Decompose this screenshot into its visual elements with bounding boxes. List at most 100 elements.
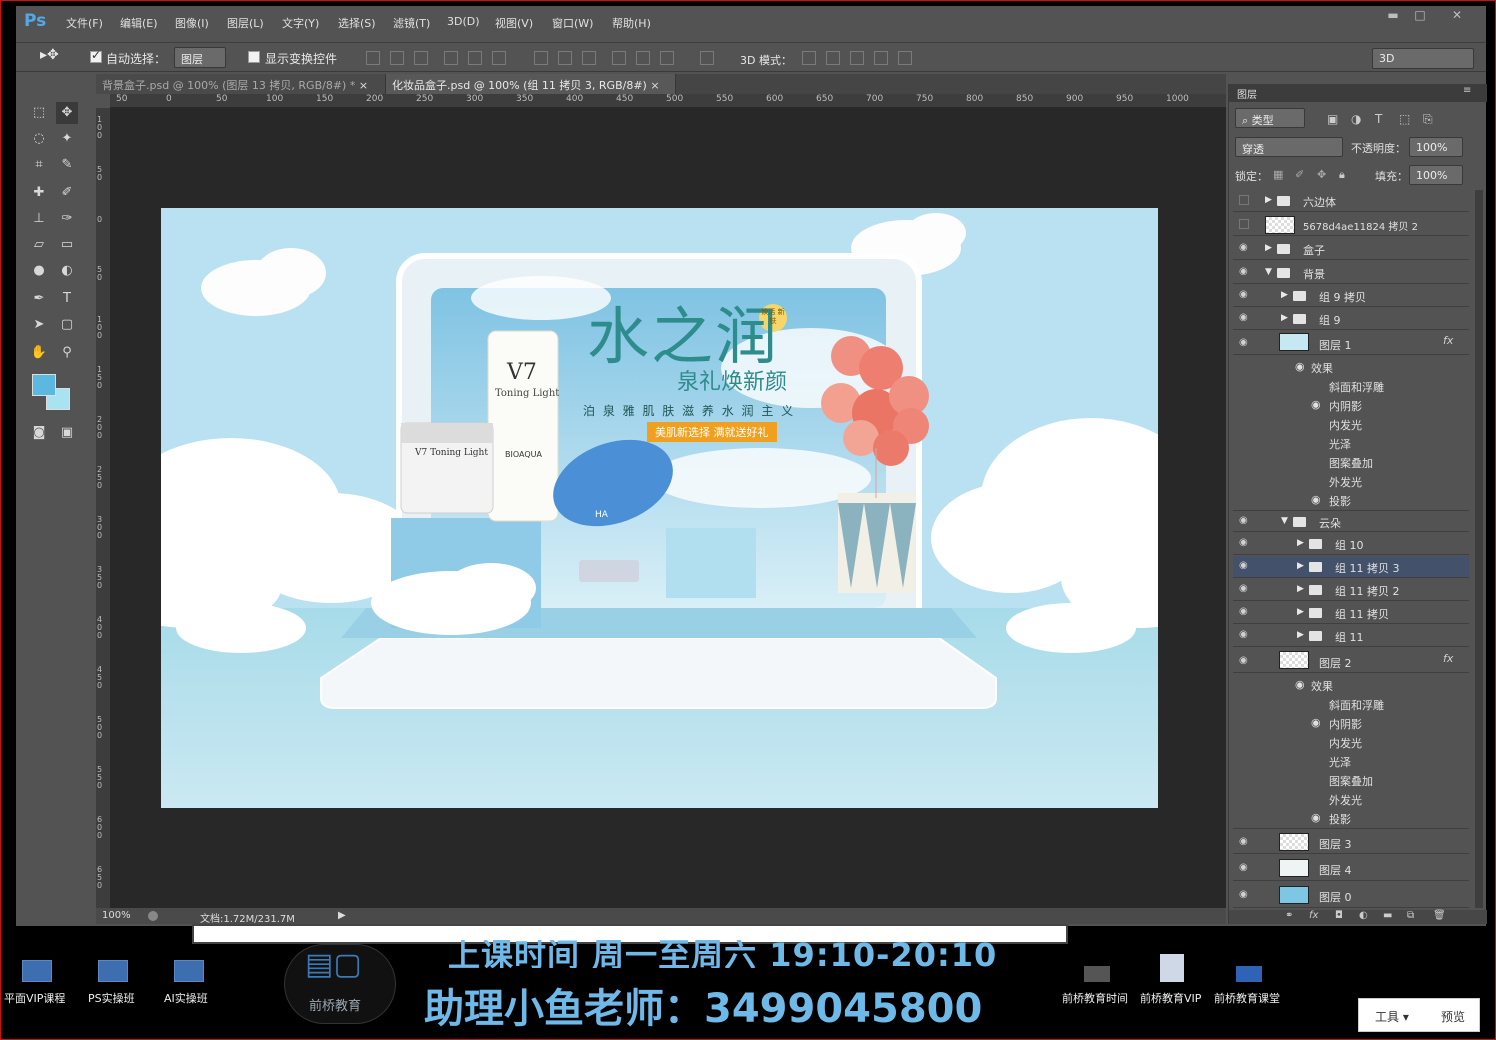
tab-close-icon[interactable]: × xyxy=(359,79,368,92)
layer-row[interactable]: ▶ 六边体 xyxy=(1233,190,1469,212)
expand-arrow-icon[interactable]: ▶ xyxy=(1297,538,1304,548)
workspace-dropdown[interactable]: 3D xyxy=(1372,48,1474,69)
expand-arrow-icon[interactable]: ▶ xyxy=(1281,313,1288,323)
pen-tool-icon[interactable]: ✒ xyxy=(28,288,50,310)
eye-icon[interactable]: ◉ xyxy=(1239,656,1251,666)
quick-mask-icon[interactable]: ◙ xyxy=(28,422,50,444)
layer-row[interactable]: ◉ ▶ 组 9 拷贝 xyxy=(1233,285,1469,307)
filter-pixel-icon[interactable]: ▣ xyxy=(1327,112,1338,126)
menu-image[interactable]: 图像(I) xyxy=(175,15,209,31)
layers-scrollbar[interactable] xyxy=(1475,190,1483,908)
right-item-label[interactable]: 前桥教育课堂 xyxy=(1214,990,1280,1006)
eye-icon[interactable]: ◉ xyxy=(1239,607,1251,617)
type-tool-icon[interactable]: T xyxy=(56,288,78,310)
effect-eye-icon[interactable]: ◉ xyxy=(1311,811,1321,824)
screen-mode-icon[interactable]: ▣ xyxy=(56,422,78,444)
eye-icon[interactable]: ◉ xyxy=(1239,243,1251,253)
effect-item[interactable]: 光泽 xyxy=(1329,754,1351,770)
vip-course-label[interactable]: 平面VIP课程 xyxy=(4,990,65,1006)
distribute-top-icon[interactable] xyxy=(534,51,548,65)
right-item-label[interactable]: 前桥教育时间 xyxy=(1062,990,1128,1006)
blur-tool-icon[interactable]: ● xyxy=(28,260,50,282)
tools-button[interactable]: 工具 ▾ xyxy=(1375,1008,1409,1025)
auto-select-dropdown[interactable]: 图层 xyxy=(174,47,226,68)
clone-stamp-icon[interactable]: ⊥ xyxy=(28,208,50,230)
ai-class-label[interactable]: AI实操班 xyxy=(164,990,208,1006)
effect-item[interactable]: 光泽 xyxy=(1329,436,1351,452)
lock-pixels-icon[interactable]: ✐ xyxy=(1295,168,1304,181)
distribute-vcenter-icon[interactable] xyxy=(558,51,572,65)
magic-wand-icon[interactable]: ✦ xyxy=(56,128,78,150)
menu-edit[interactable]: 编辑(E) xyxy=(120,15,158,31)
menu-file[interactable]: 文件(F) xyxy=(66,15,103,31)
align-right-icon[interactable] xyxy=(492,51,506,65)
lock-transparent-icon[interactable]: ▦ xyxy=(1273,168,1283,181)
filter-adjust-icon[interactable]: ◑ xyxy=(1351,112,1361,126)
eye-icon[interactable]: ◉ xyxy=(1239,630,1251,640)
3d-slide-icon[interactable] xyxy=(874,51,888,65)
expand-arrow-icon[interactable]: ▶ xyxy=(1297,630,1304,640)
brush-tool-icon[interactable]: ✐ xyxy=(56,182,78,204)
align-left-icon[interactable] xyxy=(444,51,458,65)
distribute-left-icon[interactable] xyxy=(612,51,626,65)
collapse-arrow-icon[interactable]: ▼ xyxy=(1265,267,1272,277)
lock-all-icon[interactable]: 🔒︎ xyxy=(1339,168,1345,182)
new-group-icon[interactable]: ▬ xyxy=(1383,910,1392,921)
fill-input[interactable]: 100% xyxy=(1409,165,1463,185)
distribute-hcenter-icon[interactable] xyxy=(636,51,650,65)
eye-icon[interactable]: ◉ xyxy=(1239,313,1251,323)
ps-class-icon[interactable] xyxy=(98,960,128,982)
effect-item[interactable]: 斜面和浮雕 xyxy=(1329,379,1384,395)
eye-icon[interactable]: ◉ xyxy=(1239,538,1251,548)
align-bottom-icon[interactable] xyxy=(414,51,428,65)
layer-row[interactable]: ◉ ▶ 组 11 拷贝 xyxy=(1233,602,1469,624)
maximize-icon[interactable]: □ xyxy=(1407,8,1433,26)
panel-menu-icon[interactable]: ≡ xyxy=(1463,85,1471,96)
visibility-toggle[interactable] xyxy=(1239,219,1249,229)
link-layers-icon[interactable]: ⚭ xyxy=(1285,910,1293,921)
move-tool-icon[interactable]: ▸✥ xyxy=(40,47,59,63)
opacity-input[interactable]: 100% xyxy=(1409,137,1463,157)
add-style-icon[interactable]: fx xyxy=(1309,910,1318,921)
menu-view[interactable]: 视图(V) xyxy=(495,15,533,31)
layer-row[interactable]: ◉ ▶ 组 11 拷贝 2 xyxy=(1233,579,1469,601)
3d-roll-icon[interactable] xyxy=(826,51,840,65)
effect-eye-icon[interactable]: ◉ xyxy=(1311,493,1321,506)
3d-scale-icon[interactable] xyxy=(898,51,912,65)
new-layer-icon[interactable]: ⧉ xyxy=(1407,910,1414,921)
layer-row-selected[interactable]: ◉ ▶ 组 11 拷贝 3 xyxy=(1233,556,1469,578)
foreground-color-swatch[interactable] xyxy=(32,374,56,396)
expand-arrow-icon[interactable]: ▶ xyxy=(1297,607,1304,617)
expand-arrow-icon[interactable]: ▶ xyxy=(1297,584,1304,594)
distribute-bottom-icon[interactable] xyxy=(582,51,596,65)
delete-layer-icon[interactable]: 🗑︎ xyxy=(1433,910,1446,921)
layer-row[interactable]: ◉ ▼ 背景 xyxy=(1233,262,1469,284)
healing-brush-icon[interactable]: ✚ xyxy=(28,182,50,204)
align-vcenter-icon[interactable] xyxy=(390,51,404,65)
eye-icon[interactable]: ◉ xyxy=(1239,837,1251,847)
ai-class-icon[interactable] xyxy=(174,960,204,982)
status-info-icon[interactable] xyxy=(148,911,158,921)
menu-select[interactable]: 选择(S) xyxy=(338,15,376,31)
eraser-tool-icon[interactable]: ▱ xyxy=(28,234,50,256)
zoom-level[interactable]: 100% xyxy=(102,910,131,921)
eyedropper-icon[interactable]: ✎ xyxy=(56,154,78,176)
tab-close-icon[interactable]: × xyxy=(650,79,659,92)
artboard[interactable]: 水之润 泉礼焕新颜 泊 泉 雅 肌 肤 滋 养 水 润 主 义 美肌新选择 满就… xyxy=(161,208,1158,808)
layer-row[interactable]: ◉ 图层 0 xyxy=(1233,882,1469,908)
effects-eye-icon[interactable]: ◉ xyxy=(1295,360,1305,373)
effect-item[interactable]: 内发光 xyxy=(1329,735,1362,751)
shape-tool-icon[interactable]: ▢ xyxy=(56,314,78,336)
gradient-tool-icon[interactable]: ▭ xyxy=(56,234,78,256)
zoom-tool-icon[interactable]: ⚲ xyxy=(56,342,78,364)
dodge-tool-icon[interactable]: ◐ xyxy=(56,260,78,282)
marquee-tool-icon[interactable]: ⬚ xyxy=(28,102,50,124)
eye-icon[interactable]: ◉ xyxy=(1239,516,1251,526)
effect-item[interactable]: 斜面和浮雕 xyxy=(1329,697,1384,713)
layer-row[interactable]: ◉ ▼ 云朵 xyxy=(1233,510,1469,532)
effects-eye-icon[interactable]: ◉ xyxy=(1295,678,1305,691)
filter-type-icon[interactable]: T xyxy=(1375,112,1382,126)
fx-icon[interactable]: fx xyxy=(1443,652,1453,665)
menu-window[interactable]: 窗口(W) xyxy=(552,15,593,31)
history-brush-icon[interactable]: ✑ xyxy=(56,208,78,230)
